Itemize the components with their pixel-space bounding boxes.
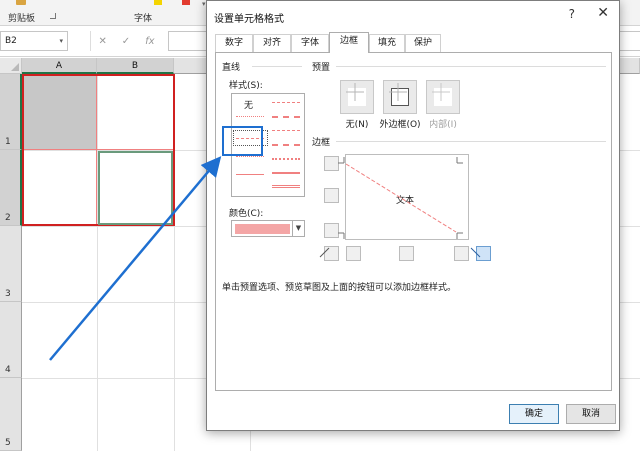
tab-fill[interactable]: 填充 [369, 34, 405, 52]
clipboard-group-label: 剪贴板 [8, 14, 36, 24]
row-header-2[interactable]: 2 [0, 150, 22, 226]
hint-text: 单击预置选项、预览草图及上面的按钮可以添加边框样式。 [222, 283, 457, 293]
border-top-button[interactable] [324, 156, 339, 171]
border-diagonal-up-button[interactable] [324, 246, 339, 261]
chevron-down-icon[interactable]: ▾ [202, 0, 206, 8]
border-section-title: 边框 [312, 135, 335, 148]
column-header-a[interactable]: A [22, 58, 97, 74]
dialog-title: 设置单元格格式 [214, 14, 284, 25]
chevron-down-icon[interactable]: ▾ [59, 32, 63, 50]
color-label: 颜色(C): [229, 206, 268, 219]
row-number: 3 [5, 289, 11, 299]
divider [336, 141, 606, 142]
tab-font[interactable]: 字体 [291, 34, 329, 52]
line-style-option[interactable] [272, 144, 300, 146]
insert-function-icon[interactable]: fx [145, 36, 154, 47]
preset-outline-icon [391, 88, 409, 106]
line-style-option[interactable] [272, 172, 300, 174]
line-style-option[interactable] [236, 116, 264, 117]
row-number: 2 [5, 213, 11, 223]
format-cells-dialog: 设置单元格格式 ? ✕ 数字 对齐 字体 边框 填充 保护 直线 样式(S): … [206, 0, 620, 431]
line-style-option[interactable] [272, 102, 300, 103]
line-style-list[interactable]: 无 [231, 93, 305, 197]
name-box-value: B2 [5, 36, 17, 46]
border-preview[interactable]: 文本 [345, 154, 469, 240]
paste-icon[interactable] [16, 0, 26, 5]
row-header-3[interactable]: 3 [0, 226, 22, 302]
border-middle-vertical-button[interactable] [399, 246, 414, 261]
line-section-title: 直线 [222, 60, 245, 73]
tab-border[interactable]: 边框 [329, 32, 369, 53]
help-icon[interactable]: ? [569, 7, 575, 21]
tab-alignment[interactable]: 对齐 [253, 34, 291, 52]
line-style-option[interactable] [272, 130, 300, 131]
border-diagonal-down-button[interactable] [476, 246, 491, 261]
preset-inside-label: 内部(I) [429, 120, 457, 130]
ok-button[interactable]: 确定 [509, 404, 559, 424]
tab-protection[interactable]: 保护 [405, 34, 441, 52]
row-header-4[interactable]: 4 [0, 302, 22, 378]
preview-text: 文本 [396, 196, 415, 206]
row-header-5[interactable]: 5 [0, 378, 22, 451]
style-label: 样式(S): [229, 78, 267, 91]
presets-section-title: 预置 [312, 60, 335, 73]
dialog-title-bar[interactable]: 设置单元格格式 ? ✕ [207, 1, 619, 29]
color-dropdown[interactable]: ▼ [231, 220, 305, 237]
row-header-1[interactable]: 1 [0, 74, 22, 150]
active-cell-b2[interactable] [98, 151, 173, 225]
line-style-option[interactable] [236, 174, 264, 175]
screen: 剪贴板 字体 ▾ B2 ▾ ✕ ✓ fx A B 1 2 3 4 5 设置单元格… [0, 0, 640, 451]
tab-number[interactable]: 数字 [215, 34, 253, 52]
enter-icon[interactable]: ✓ [122, 36, 130, 47]
preset-inside-button[interactable] [426, 80, 460, 114]
line-style-option[interactable] [272, 185, 300, 188]
line-style-option[interactable] [272, 158, 300, 160]
preset-none-button[interactable] [340, 80, 374, 114]
select-all-button[interactable] [0, 58, 22, 74]
preset-inside-icon [434, 88, 452, 106]
preset-outline-button[interactable] [383, 80, 417, 114]
border-middle-horizontal-button[interactable] [324, 188, 339, 203]
formula-icons: ✕ ✓ fx [90, 31, 162, 51]
line-style-option[interactable] [236, 156, 264, 157]
cancel-icon[interactable]: ✕ [98, 36, 106, 47]
style-none-option[interactable]: 无 [244, 98, 253, 111]
divider [336, 66, 606, 67]
row-number: 1 [5, 137, 11, 147]
name-box[interactable]: B2 ▾ [0, 31, 68, 51]
cancel-button[interactable]: 取消 [566, 404, 616, 424]
border-tab-panel: 直线 样式(S): 无 颜色(C): ▼ 预置 无(N) 外边框(O) 内部(I… [215, 52, 612, 391]
border-bottom-button[interactable] [324, 223, 339, 238]
clipboard-launcher-icon[interactable] [50, 13, 56, 19]
line-style-selected[interactable] [233, 130, 268, 146]
divider [252, 66, 302, 67]
highlight-color-icon[interactable] [154, 0, 162, 5]
preset-none-icon [348, 88, 366, 106]
border-right-button[interactable] [454, 246, 469, 261]
line-style-option[interactable] [272, 116, 300, 118]
row-number: 5 [5, 438, 11, 448]
close-icon[interactable]: ✕ [597, 5, 609, 21]
border-left-button[interactable] [346, 246, 361, 261]
font-color-icon[interactable] [182, 0, 190, 5]
font-group-label: 字体 [134, 14, 153, 24]
chevron-down-icon[interactable]: ▼ [292, 221, 304, 236]
selected-color-swatch [235, 224, 290, 234]
column-header-b[interactable]: B [97, 58, 174, 74]
row-number: 4 [5, 365, 11, 375]
